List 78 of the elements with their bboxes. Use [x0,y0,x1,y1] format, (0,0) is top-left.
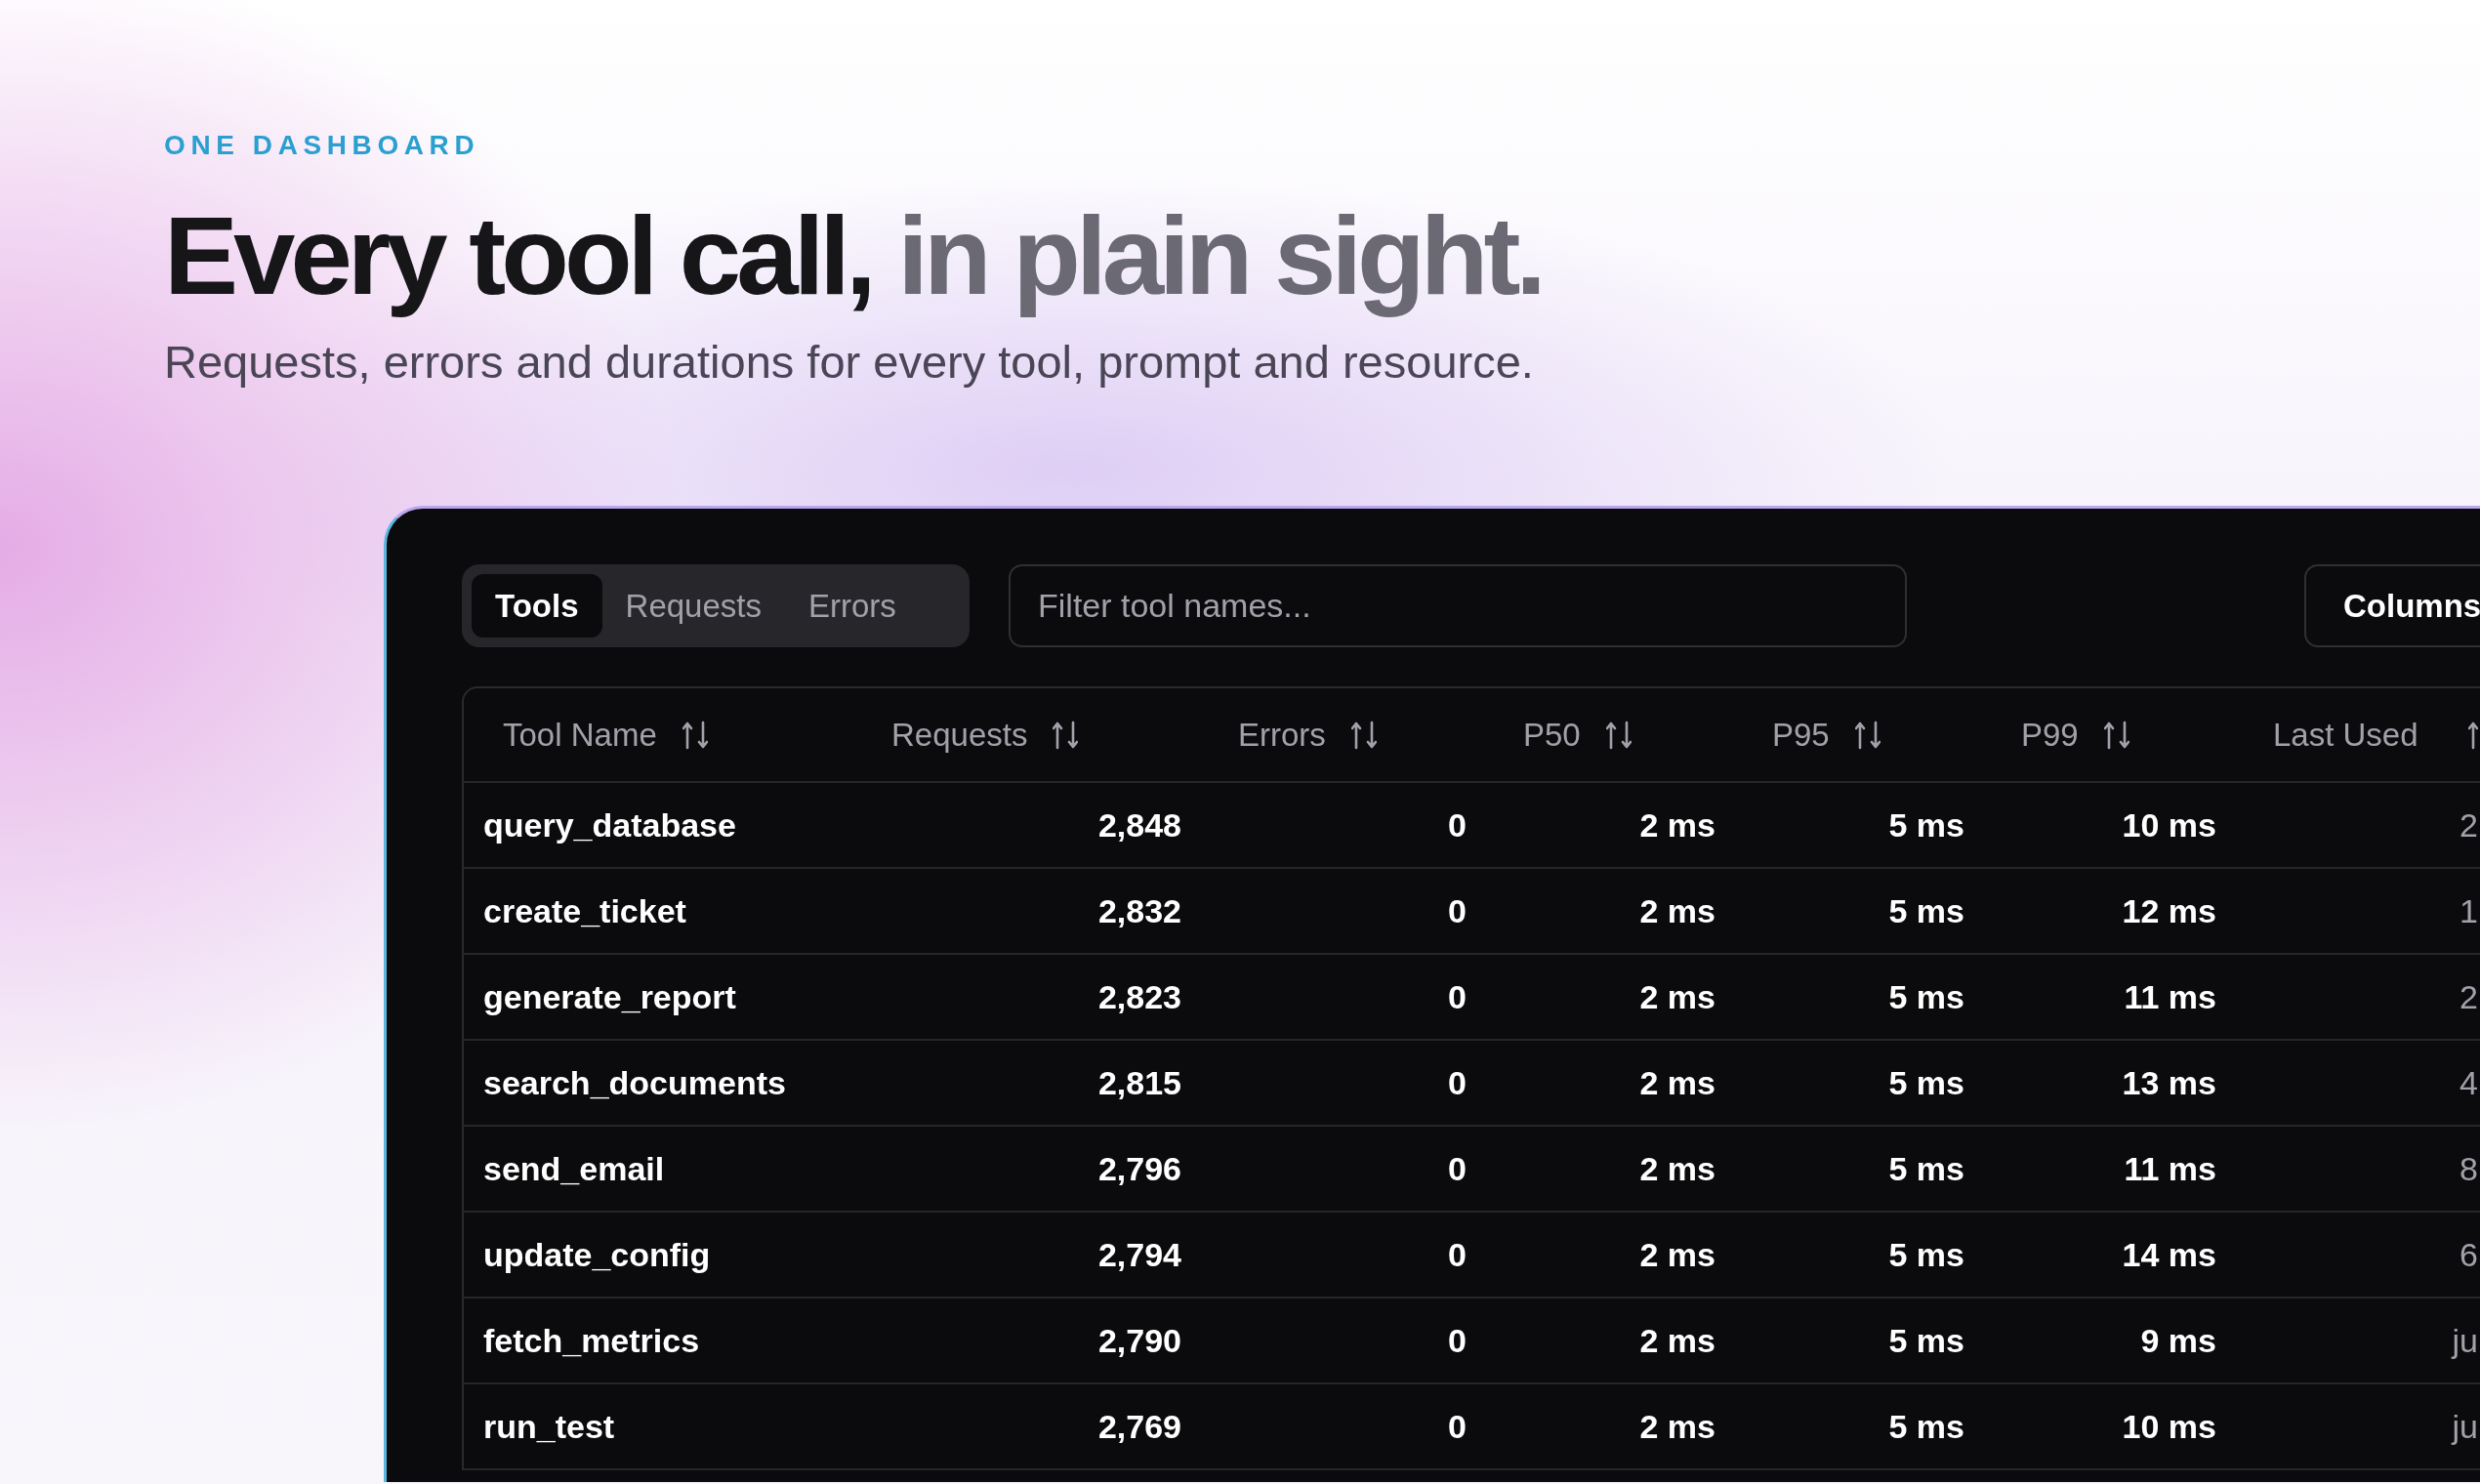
columns-button[interactable]: Columns [2304,564,2480,648]
tool-name-cell-text: query_database [482,805,737,845]
column-header[interactable]: Errors [1238,711,1326,760]
table-cell-text: 2,794 [1096,1235,1182,1275]
table-cell-text: ju [2450,1407,2478,1447]
table-cell-text: 5 ms [1887,977,1965,1017]
sort-icon[interactable] [2468,721,2478,750]
table-cell-text: 0 [1447,977,1467,1017]
tool-name-cell-text: create_ticket [482,891,687,931]
table-cell-text: 1 [2459,891,2478,931]
table-cell-text: 2 ms [1638,1063,1716,1103]
column-header[interactable]: P99 [2021,711,2079,760]
sort-icon[interactable] [1605,721,1632,750]
table-cell-text: 5 ms [1887,1063,1965,1103]
table-cell-text: 2,823 [1096,977,1182,1017]
table-cell-text: 4 [2459,1063,2478,1103]
table-cell-text: 0 [1447,1063,1467,1103]
table-cell-text: 2,796 [1096,1149,1182,1189]
eyebrow-label: ONE DASHBOARD [164,132,481,159]
table-cell-text: 5 ms [1887,1321,1965,1361]
table-cell-text: 8 [2459,1149,2478,1189]
table-cell-text: 2,815 [1096,1063,1182,1103]
tool-name-cell-text: send_email [482,1149,666,1189]
column-header[interactable]: P50 [1523,711,1581,760]
sort-icon[interactable] [1350,721,1377,750]
sort-icon[interactable] [2103,721,2129,750]
tool-name-cell-text: update_config [482,1235,712,1275]
tool-name-cell-text: generate_report [482,977,737,1017]
table-cell-text: 10 ms [2121,805,2217,845]
table-cell-text: 0 [1447,1407,1467,1447]
table-cell-text: 2 [2459,977,2478,1017]
table-cell-text: 2 ms [1638,1149,1716,1189]
table-cell-text: 6 [2459,1235,2478,1275]
table-cell-text: 2,848 [1096,805,1182,845]
table-cell-text: 0 [1447,891,1467,931]
table-cell-text: 0 [1447,1321,1467,1361]
tool-name-cell-text: search_documents [482,1063,787,1103]
sort-icon[interactable] [1053,721,1079,750]
column-header[interactable]: Last Used [2273,711,2418,760]
table-cell-text: 9 ms [2139,1321,2217,1361]
table-cell-text: 13 ms [2121,1063,2217,1103]
table-cell-text: 2 ms [1638,1235,1716,1275]
tab[interactable]: Requests [601,574,785,639]
table-cell-text: 5 ms [1887,805,1965,845]
table-cell-text: 0 [1447,1149,1467,1189]
table-cell-text: 12 ms [2121,891,2217,931]
tool-name-cell-text: run_test [482,1407,616,1447]
table-cell-text: 2 ms [1638,891,1716,931]
table-cell-text: 2,769 [1096,1407,1182,1447]
table-cell-text: 2 [2459,805,2478,845]
table-cell-text: 11 ms [2123,977,2217,1017]
table-cell-text: 2 ms [1638,977,1716,1017]
column-header[interactable]: P95 [1772,711,1830,760]
table-cell-text: 5 ms [1887,1407,1965,1447]
table-cell-text: 10 ms [2121,1407,2217,1447]
tab[interactable]: Tools [472,574,602,639]
subtitle: Requests, errors and durations for every tool, prompt and resource. [164,336,1535,388]
table-cell-text: 2,832 [1096,891,1182,931]
table-cell-text: 2 ms [1638,1407,1716,1447]
column-header[interactable]: Requests [891,711,1028,760]
filter-field[interactable]: Filter tool names... [1009,564,1907,648]
table-cell-text: 2,790 [1096,1321,1182,1361]
table-cell-text: 5 ms [1887,1149,1965,1189]
table-cell-text: 14 ms [2121,1235,2217,1275]
table-cell-text: ju [2450,1321,2478,1361]
table-cell-text: 2 ms [1638,1321,1716,1361]
table-cell-text: 5 ms [1887,1235,1965,1275]
table-cell-text: 2 ms [1638,805,1716,845]
headline: Every tool call, in plain sight. [164,192,1543,319]
table-cell-text: 11 ms [2123,1149,2217,1189]
table-cell-text: 0 [1447,1235,1467,1275]
sort-icon[interactable] [1854,721,1881,750]
tab[interactable]: Errors [784,574,920,639]
table-cell-text: 0 [1447,805,1467,845]
sort-icon[interactable] [682,721,708,750]
table-cell-text: 5 ms [1887,891,1965,931]
tool-name-cell-text: fetch_metrics [482,1321,701,1361]
column-header[interactable]: Tool Name [503,711,657,760]
